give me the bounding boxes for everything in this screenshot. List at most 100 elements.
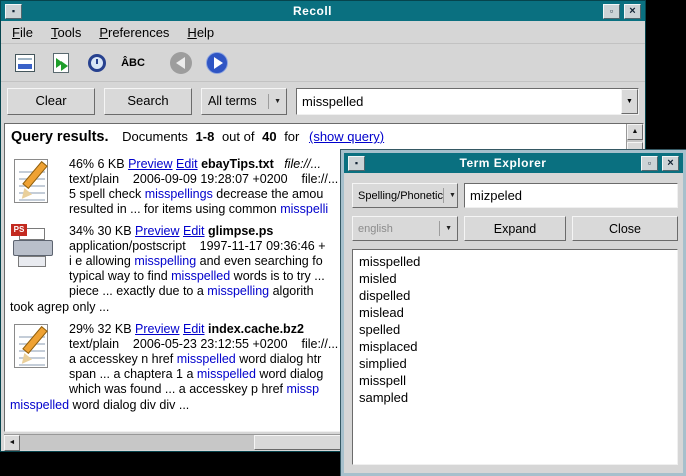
menu-preferences[interactable]: Preferences (90, 22, 178, 43)
expansion-mode-combo[interactable]: Spelling/Phonetic ▼ (352, 183, 458, 208)
term-list-item[interactable]: misspell (353, 372, 677, 389)
menu-help[interactable]: Help (178, 22, 223, 43)
abstract-text: and even searching fo (196, 254, 322, 268)
te-minimize-icon[interactable]: ▫ (641, 156, 658, 171)
spacer (274, 157, 284, 171)
postscript-file-icon: PS (11, 224, 57, 274)
doc-history-button[interactable] (81, 48, 113, 78)
abstract-text: took agrep only ... (10, 300, 109, 314)
highlighted-term: misspelled (10, 398, 69, 412)
highlighted-term: missp (286, 382, 319, 396)
mode-chevron-down-icon: ▼ (443, 188, 458, 203)
term-list-item[interactable]: mislead (353, 304, 677, 321)
window-menu-icon[interactable]: ▪ (5, 4, 22, 19)
highlighted-term: misspellings (145, 187, 213, 201)
abstract-text: word dialog (256, 367, 323, 381)
toolbar: ÂBC (1, 44, 645, 82)
term-input-wrap (464, 183, 678, 208)
search-type-value: All terms (208, 94, 257, 108)
clear-search-icon (15, 54, 35, 72)
abstract-text: decrease the amou (213, 187, 324, 201)
term-list-item[interactable]: dispelled (353, 287, 677, 304)
term-list-item[interactable]: spelled (353, 321, 677, 338)
previous-page-button[interactable] (165, 48, 197, 78)
term-explorer-titlebar[interactable]: ▪ Term Explorer ▫ × (344, 153, 683, 173)
preview-link[interactable]: Preview (135, 322, 179, 336)
highlighted-term: misspelled (197, 367, 256, 381)
abstract-text: resulted in ... for items using common (69, 202, 280, 216)
result-filename: ebayTips.txt (201, 157, 274, 171)
term-explorer-window: ▪ Term Explorer ▫ × Spelling/Phonetic ▼ … (341, 150, 686, 476)
highlighted-term: misspelled (171, 269, 230, 283)
result-score: 29% (69, 322, 94, 336)
search-query-input[interactable] (297, 89, 621, 114)
next-page-button[interactable] (201, 48, 233, 78)
te-window-menu-icon[interactable]: ▪ (348, 156, 365, 171)
close-button[interactable]: Close (572, 216, 678, 241)
edit-link[interactable]: Edit (183, 322, 205, 336)
clear-search-button[interactable] (9, 48, 41, 78)
spell-icon: ÂBC (121, 57, 145, 69)
term-list-item[interactable]: misled (353, 270, 677, 287)
start-search-button[interactable] (45, 48, 77, 78)
highlighted-term: misspelling (207, 284, 269, 298)
menu-tools[interactable]: Tools (42, 22, 90, 43)
chevron-down-icon: ▼ (268, 94, 283, 109)
menu-file[interactable]: File (3, 22, 42, 43)
edit-link[interactable]: Edit (183, 224, 205, 238)
query-chevron-down-icon[interactable]: ▼ (621, 89, 638, 114)
abstract-text: a accesskey n href (69, 352, 177, 366)
expansion-mode-value: Spelling/Phonetic (358, 190, 443, 202)
preview-link[interactable]: Preview (128, 157, 172, 171)
result-filename: glimpse.ps (208, 224, 273, 238)
highlighted-term: misspelling (134, 254, 196, 268)
results-range: 1-8 (196, 129, 215, 144)
term-list-item[interactable]: misplaced (353, 338, 677, 355)
search-type-combo[interactable]: All terms ▼ (201, 88, 287, 115)
abstract-text: algorith (269, 284, 313, 298)
text-file-icon (11, 322, 57, 372)
abstract-text: words is to try ... (230, 269, 324, 283)
edit-link[interactable]: Edit (176, 157, 198, 171)
search-row: Clear Search All terms ▼ ▼ (1, 82, 645, 120)
term-input[interactable] (465, 184, 677, 207)
term-list-item[interactable]: sampled (353, 389, 677, 406)
back-arrow-icon (170, 52, 192, 74)
expand-button[interactable]: Expand (464, 216, 566, 241)
clear-button[interactable]: Clear (7, 88, 95, 115)
close-icon[interactable]: × (624, 4, 641, 19)
te-close-icon[interactable]: × (662, 156, 679, 171)
preview-link[interactable]: Preview (135, 224, 179, 238)
results-title: Query results. (11, 129, 109, 145)
minimize-icon[interactable]: ▫ (603, 4, 620, 19)
term-list[interactable]: misspelledmisleddispelledmisleadspelledm… (352, 249, 678, 465)
show-query-link[interactable]: (show query) (309, 129, 384, 144)
printer-part (13, 240, 53, 256)
search-button[interactable]: Search (104, 88, 192, 115)
abstract-text: word dialog div div ... (69, 398, 189, 412)
printer-part (18, 256, 46, 267)
result-url: file://... (284, 157, 321, 171)
horizontal-scroll-thumb[interactable] (254, 435, 349, 450)
result-size: 32 KB (94, 322, 135, 336)
clock-icon (88, 54, 106, 72)
term-list-item[interactable]: misspelled (353, 253, 677, 270)
term-list-item[interactable]: simplied (353, 355, 677, 372)
highlighted-term: misspelli (280, 202, 328, 216)
abstract-text: which was found ... a accesskey p href (69, 382, 286, 396)
main-titlebar[interactable]: ▪ Recoll ▫ × (1, 1, 645, 21)
term-explorer-button[interactable]: ÂBC (117, 48, 149, 78)
results-total: 40 (262, 129, 276, 144)
results-for: for (284, 129, 299, 144)
menubar: File Tools Preferences Help (1, 21, 645, 44)
results-outof: out of (222, 129, 255, 144)
language-combo[interactable]: english ▼ (352, 216, 458, 241)
scroll-left-icon[interactable]: ◄ (4, 435, 20, 451)
search-document-icon (53, 53, 69, 73)
abstract-text: word dialog htr (236, 352, 321, 366)
results-header: Query results. Documents 1-8 out of 40 f… (5, 124, 643, 150)
abstract-text: typical way to find (69, 269, 171, 283)
scroll-up-icon[interactable]: ▲ (627, 124, 643, 140)
term-explorer-title: Term Explorer (367, 156, 639, 170)
results-doc-word: Documents (122, 129, 188, 144)
